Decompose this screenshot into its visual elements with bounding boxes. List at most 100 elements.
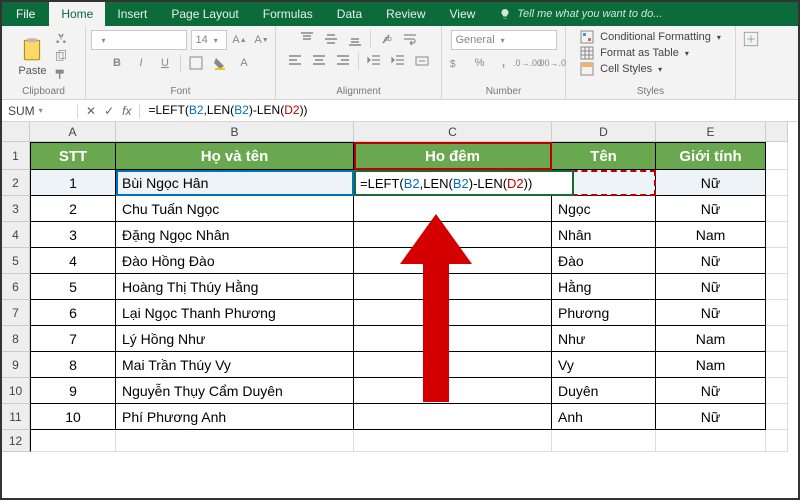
group-clipboard: Paste Clipboard — [2, 26, 86, 99]
formula-input[interactable]: =LEFT(B2,LEN(B2)-LEN(D2)) — [140, 103, 798, 118]
table-icon — [580, 46, 594, 60]
row-7[interactable]: 7 — [2, 300, 30, 326]
font-size-select[interactable]: 14▾ — [191, 30, 227, 50]
increase-font-icon[interactable]: A▲ — [231, 31, 249, 49]
table-row[interactable] — [30, 430, 788, 452]
row-11[interactable]: 11 — [2, 404, 30, 430]
cond-format-icon — [580, 30, 594, 44]
styles-label: Styles — [637, 84, 664, 97]
number-format-select[interactable]: General▾ — [451, 30, 557, 50]
align-center-icon[interactable] — [310, 52, 328, 70]
tab-file[interactable]: File — [2, 2, 49, 26]
ribbon-tabs: File Home Insert Page Layout Formulas Da… — [2, 2, 798, 26]
decrease-indent-icon[interactable] — [365, 52, 383, 70]
alignment-label: Alignment — [336, 84, 380, 97]
paste-label: Paste — [18, 65, 46, 77]
row-6[interactable]: 6 — [2, 274, 30, 300]
increase-decimal-icon[interactable]: .0→.00 — [519, 54, 537, 72]
align-left-icon[interactable] — [286, 52, 304, 70]
row-5[interactable]: 5 — [2, 248, 30, 274]
header-stt[interactable]: STT — [30, 142, 116, 170]
font-color-icon[interactable]: A — [235, 54, 253, 72]
format-as-table[interactable]: Format as Table▾ — [580, 46, 689, 60]
group-number: General▾ $ % , .0→.00 .00→.0 Number — [442, 26, 566, 99]
align-top-icon[interactable] — [298, 30, 316, 48]
ref-b2-box — [116, 170, 354, 196]
row-8[interactable]: 8 — [2, 326, 30, 352]
tell-me[interactable]: Tell me what you want to do... — [487, 2, 798, 26]
cell-styles[interactable]: Cell Styles▾ — [580, 62, 662, 76]
group-more[interactable] — [736, 26, 766, 99]
insert-cells-icon — [742, 30, 760, 48]
group-alignment: ab Alignment — [276, 26, 442, 99]
number-label: Number — [486, 84, 522, 97]
merge-icon[interactable] — [413, 52, 431, 70]
italic-icon[interactable]: I — [132, 54, 150, 72]
tab-home[interactable]: Home — [49, 2, 105, 26]
col-b[interactable]: B — [116, 122, 354, 142]
enter-icon[interactable]: ✓ — [104, 104, 114, 118]
paste-button[interactable]: Paste — [18, 37, 46, 77]
row-4[interactable]: 4 — [2, 222, 30, 248]
col-c[interactable]: C — [354, 122, 552, 142]
format-painter-icon[interactable] — [53, 67, 69, 83]
align-right-icon[interactable] — [334, 52, 352, 70]
underline-icon[interactable]: U — [156, 54, 174, 72]
row-3[interactable]: 3 — [2, 196, 30, 222]
align-middle-icon[interactable] — [322, 30, 340, 48]
col-e[interactable]: E — [656, 122, 766, 142]
row-1[interactable]: 1 — [2, 142, 30, 170]
annotation-arrow — [400, 214, 472, 402]
tab-view[interactable]: View — [438, 2, 488, 26]
increase-indent-icon[interactable] — [389, 52, 407, 70]
clipboard-label: Clipboard — [22, 84, 65, 97]
active-cell-c2[interactable]: =LEFT(B2,LEN(B2)-LEN(D2)) — [354, 170, 574, 196]
header-name[interactable]: Họ và tên — [116, 142, 354, 170]
row-12[interactable]: 12 — [2, 430, 30, 452]
group-styles: Conditional Formatting▾ Format as Table▾… — [566, 26, 736, 99]
orientation-icon[interactable]: ab — [377, 30, 395, 48]
font-label: Font — [170, 84, 190, 97]
border-icon[interactable] — [187, 54, 205, 72]
tab-data[interactable]: Data — [325, 2, 374, 26]
comma-icon[interactable]: , — [495, 54, 513, 72]
tab-formulas[interactable]: Formulas — [251, 2, 325, 26]
row-9[interactable]: 9 — [2, 352, 30, 378]
col-c-highlight — [354, 142, 552, 170]
tab-pagelayout[interactable]: Page Layout — [159, 2, 250, 26]
row-headers[interactable]: 1 2 3 4 5 6 7 8 9 10 11 12 — [2, 142, 30, 452]
fx-icon[interactable]: fx — [122, 104, 131, 118]
tell-me-text: Tell me what you want to do... — [517, 8, 662, 20]
bold-icon[interactable]: B — [108, 54, 126, 72]
table-row[interactable]: 10Phí Phương AnhAnhNữ — [30, 404, 788, 430]
name-box[interactable]: SUM▾ — [2, 104, 78, 118]
decrease-font-icon[interactable]: A▼ — [253, 31, 271, 49]
col-a[interactable]: A — [30, 122, 116, 142]
svg-text:$: $ — [450, 59, 456, 70]
accounting-icon[interactable]: $ — [447, 54, 465, 72]
col-f[interactable] — [766, 122, 788, 142]
wrap-text-icon[interactable] — [401, 30, 419, 48]
select-all-corner[interactable] — [2, 122, 30, 142]
decrease-decimal-icon[interactable]: .00→.0 — [543, 54, 561, 72]
ribbon: Paste Clipboard ▾ 14▾ A▲ A▼ B I U — [2, 26, 798, 100]
copy-icon[interactable] — [53, 49, 69, 65]
tab-review[interactable]: Review — [374, 2, 437, 26]
font-name-select[interactable]: ▾ — [91, 30, 187, 50]
formula-bar: SUM▾ ✕ ✓ fx =LEFT(B2,LEN(B2)-LEN(D2)) — [2, 100, 798, 122]
column-headers[interactable]: A B C D E — [30, 122, 788, 142]
cancel-icon[interactable]: ✕ — [86, 104, 96, 118]
row-2[interactable]: 2 — [2, 170, 30, 196]
fill-color-icon[interactable] — [211, 54, 229, 72]
percent-icon[interactable]: % — [471, 54, 489, 72]
lightbulb-icon — [499, 8, 511, 20]
group-font: ▾ 14▾ A▲ A▼ B I U A Font — [86, 26, 276, 99]
align-bottom-icon[interactable] — [346, 30, 364, 48]
header-ten[interactable]: Tên — [552, 142, 656, 170]
tab-insert[interactable]: Insert — [105, 2, 159, 26]
col-d[interactable]: D — [552, 122, 656, 142]
header-gioitinh[interactable]: Giới tính — [656, 142, 766, 170]
row-10[interactable]: 10 — [2, 378, 30, 404]
cut-icon[interactable] — [53, 31, 69, 47]
conditional-formatting[interactable]: Conditional Formatting▾ — [580, 30, 721, 44]
